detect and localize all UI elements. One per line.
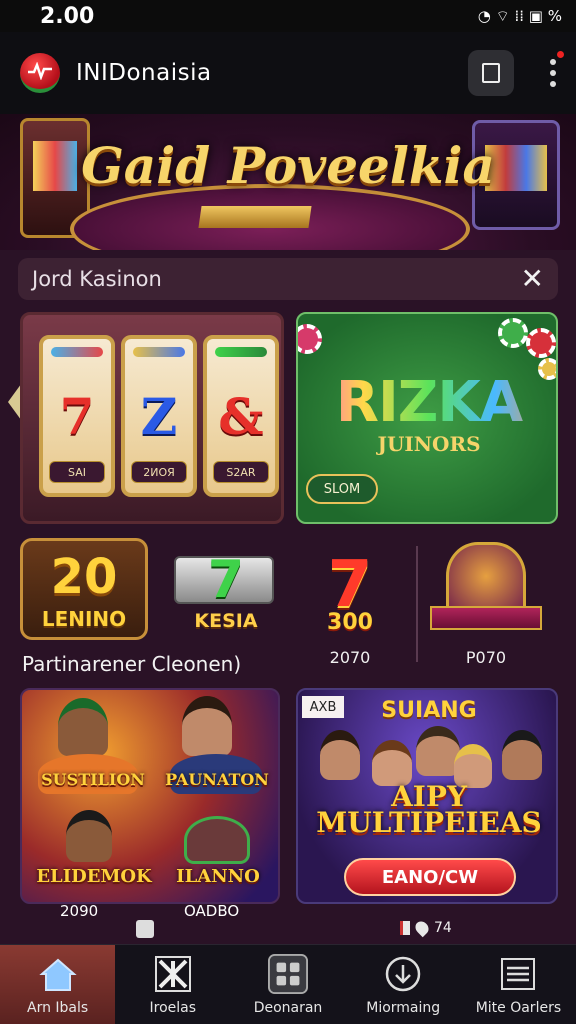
promo-tile-kesia[interactable]: 7 KESIA xyxy=(170,538,282,640)
multiplayer-card[interactable]: AXB SUIANG AIPY MULTIPEIEAS EANO/CW xyxy=(296,688,558,904)
status-time: 2.00 xyxy=(40,3,95,29)
promo-label: LENINO xyxy=(41,607,127,631)
slot-reel: Z 2ИOЯ xyxy=(121,335,197,497)
bottom-nav: Arn Ibals Iroelas Deonaran Miormaing Mit… xyxy=(0,944,576,1024)
promo-caption: Partinarener Cleonen) xyxy=(22,652,242,676)
players-card[interactable]: SUSTILION PAUNATON ELIDEMOK ILANNO xyxy=(20,688,280,904)
reel-symbol: Z xyxy=(140,387,178,446)
casino-chip-icon xyxy=(498,318,528,348)
reel-label: SAI xyxy=(49,461,105,483)
player-portrait xyxy=(66,810,112,862)
app-logo-icon xyxy=(20,53,60,93)
nav-item-home[interactable]: Arn Ibals xyxy=(0,945,116,1024)
player-portrait xyxy=(184,816,250,864)
notification-dot xyxy=(557,51,564,58)
app-title: INIDonaisia xyxy=(76,60,212,86)
slot-reel: & S2AR xyxy=(203,335,279,497)
gold-plaque-illustration xyxy=(198,206,312,228)
promo-tile-lenino[interactable]: 20 LENINO xyxy=(20,538,148,640)
search-bar[interactable]: Jord Kasinon ✕ xyxy=(18,258,558,300)
hero-title: Gaid Poveelkia xyxy=(81,136,495,195)
promo-tile-300[interactable]: 7 300 2070 xyxy=(300,538,410,668)
slot-reel: 7 SAI xyxy=(39,335,115,497)
promo-year: 2070 xyxy=(329,648,371,667)
player-portrait xyxy=(320,730,360,780)
player-badge: SUSTILION xyxy=(41,770,145,789)
play-button[interactable]: EANO/CW xyxy=(344,858,516,896)
player-portrait xyxy=(58,698,108,756)
promo-number: 20 xyxy=(50,549,118,605)
casino-chip-icon xyxy=(298,324,322,354)
reel-label: 2ИOЯ xyxy=(131,461,187,483)
rizka-title: RIZKA xyxy=(298,370,556,435)
player-badge: ILANNO xyxy=(176,866,260,887)
player-badge: ELIDEMOK xyxy=(36,866,152,887)
reel-symbol: 7 xyxy=(59,387,95,446)
promo-label: 300 xyxy=(327,610,373,635)
nav-item-games[interactable]: Iroelas xyxy=(115,945,230,1024)
app-bar: INIDonaisia xyxy=(0,32,576,114)
tabs-icon xyxy=(482,63,500,83)
nav-label: Miormaing xyxy=(366,999,441,1016)
multi-title: AIPY MULTIPEIEAS xyxy=(316,780,542,839)
reel-label: S2AR xyxy=(213,461,269,483)
promo-tile-lion[interactable]: P070 xyxy=(428,538,544,668)
player-portrait xyxy=(502,730,542,780)
nav-label: Deonaran xyxy=(253,999,323,1016)
divider xyxy=(416,546,418,662)
player-portrait xyxy=(182,696,232,756)
pin-icon xyxy=(412,918,432,938)
apps-icon xyxy=(268,953,308,994)
download-icon xyxy=(383,954,423,994)
promo-row: 20 LENINO 7 KESIA 7 300 2070 P070 xyxy=(20,538,560,668)
bookmark-icon xyxy=(400,921,410,935)
close-icon[interactable]: ✕ xyxy=(521,265,544,293)
multi-top-label: SUIANG xyxy=(381,698,477,723)
slots-game-card[interactable]: 7 SAI Z 2ИOЯ & S2AR xyxy=(20,312,284,524)
menu-icon xyxy=(498,954,538,994)
ribbon-banner xyxy=(430,606,542,630)
nav-item-download[interactable]: Miormaing xyxy=(346,945,461,1024)
page-indicator-icon xyxy=(136,920,154,938)
status-bar: 2.00 ◔ ⌔ ⁞⁞ ▣ % xyxy=(0,0,576,32)
nav-label: Iroelas xyxy=(149,999,197,1016)
search-input[interactable]: Jord Kasinon xyxy=(32,267,162,291)
slom-button[interactable]: SLOM xyxy=(306,474,378,504)
count-label: 74 xyxy=(434,920,452,936)
home-icon xyxy=(38,954,78,994)
nav-item-more[interactable]: Mite Oarlers xyxy=(461,945,576,1024)
grid-icon xyxy=(153,954,193,994)
promo-label: KESIA xyxy=(194,610,258,632)
nav-label: Mite Oarlers xyxy=(475,999,562,1016)
rizka-subtitle: JUINORS xyxy=(377,432,481,456)
hero-banner[interactable]: Gaid Poveelkia xyxy=(0,114,576,250)
casino-chip-icon xyxy=(526,328,556,358)
nav-label: Arn Ibals xyxy=(27,999,89,1016)
indicator-row: 74 xyxy=(0,918,576,944)
player-badge: PAUNATON xyxy=(165,770,269,789)
promo-year: P070 xyxy=(465,648,507,667)
nav-item-deposit[interactable]: Deonaran xyxy=(230,945,345,1024)
tabs-button[interactable] xyxy=(468,50,514,96)
more-menu-button[interactable] xyxy=(550,51,564,87)
rizka-game-card[interactable]: RIZKA JUINORS SLOM xyxy=(296,312,558,524)
system-icons: ◔ ⌔ ⁞⁞ ▣ % xyxy=(477,6,562,25)
reel-symbol: & xyxy=(218,387,264,446)
